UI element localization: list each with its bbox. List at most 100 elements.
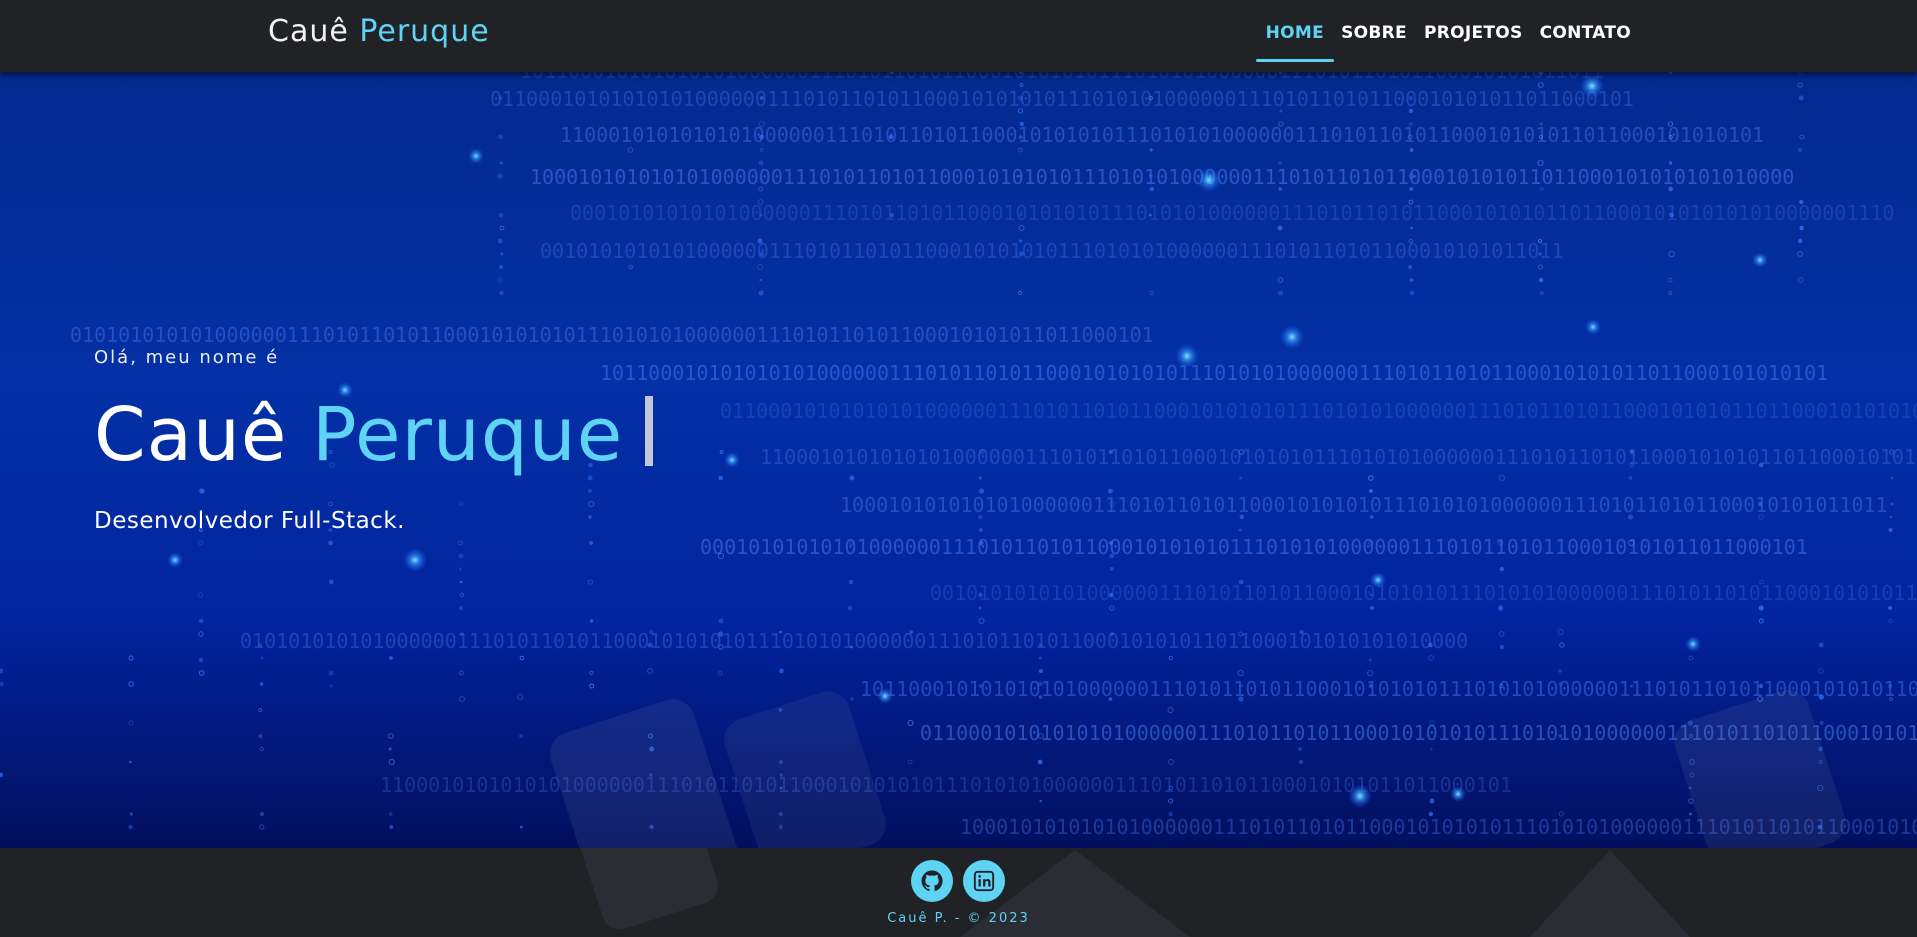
bg-dot [198,670,205,676]
bg-dot [628,264,633,270]
linkedin-link[interactable] [963,860,1005,902]
bg-dot [1279,109,1283,113]
brand-logo[interactable]: Cauê Peruque [268,14,490,49]
footer: Cauê P. - © 2023 [0,848,1917,937]
bg-dot [1798,95,1804,101]
bg-dot [328,579,334,585]
bg-glow [877,688,893,704]
bg-dot [1038,695,1043,699]
bg-dot [1630,450,1634,454]
bg-dot [1168,812,1173,816]
bg-dot [1109,553,1114,559]
brand-first-name: Cauê [268,14,349,49]
bg-dot [1758,605,1764,611]
bg-dot [1367,669,1374,677]
bg-dot [258,734,263,738]
bg-glow [1685,636,1701,652]
bg-dot [519,825,523,829]
bg-dot [498,277,503,283]
copyright: Cauê P. - © 2023 [887,911,1030,926]
bg-dot [1148,213,1152,217]
bg-dot [627,147,634,153]
bg-dot [1018,135,1023,139]
bg-dot [1409,148,1414,152]
bg-glow [1580,74,1604,98]
bg-dot [978,592,983,598]
bg-dot [1149,148,1153,152]
bg-dot [1109,567,1114,571]
hero-section: 1011000101010101010000001110101101011000… [0,72,1917,848]
nav-item-projetos[interactable]: PROJETOS [1424,0,1523,60]
bg-dot [1797,251,1803,257]
bg-dot [1498,631,1505,637]
bg-dot [519,734,524,738]
bg-dot [849,645,853,649]
bg-dot [1108,697,1113,701]
bg-dot [1368,475,1374,481]
bg-dot [718,618,724,624]
bg-dot [459,580,463,584]
nav-item-home[interactable]: HOME [1255,0,1335,62]
bg-dot [388,758,395,766]
bg-dot [1668,161,1673,165]
nav-item-contato[interactable]: CONTATO [1540,0,1631,60]
bg-dot [1539,187,1544,191]
bg-dot [458,567,462,571]
github-link[interactable] [911,860,953,902]
linkedin-icon [973,870,995,892]
bg-glow [1197,168,1221,192]
bg-dot [1017,147,1023,153]
bg-glow [403,548,427,572]
bg-dot [0,772,3,778]
bg-dot [979,540,984,546]
hero-last-name: Peruque [311,392,624,478]
bg-dot [1108,450,1113,454]
bg-dot [1819,721,1824,725]
binary-row: 1000101010101010000001110101101011000101… [530,165,1794,189]
bg-dot [128,824,133,830]
bg-dot [1668,291,1673,295]
bg-dot [198,657,204,663]
bg-dot [758,160,764,166]
bg-dot [1369,606,1374,610]
bg-dot [850,697,854,701]
bg-dot [460,632,464,636]
bg-dot [849,580,853,584]
bg-dot [978,606,982,610]
bg-dot [1368,684,1373,688]
binary-row: 0010101010101000000111010110101100010101… [930,581,1917,605]
bg-dot [327,501,333,507]
nav-item-sobre[interactable]: SOBRE [1341,0,1407,60]
bg-dot [1167,707,1174,713]
bg-dot [1889,515,1893,519]
bg-dot [258,708,263,712]
bg-dot [1108,488,1113,494]
bg-dot [1168,655,1174,661]
bg-dot [1237,669,1244,677]
bg-dot [498,212,503,218]
bg-dot [1668,250,1675,258]
bg-dot [128,655,134,661]
binary-row: 0110001010101010100000011101011010110001… [490,87,1634,111]
bg-dot [1539,290,1545,296]
bg-dot [1758,618,1764,624]
bg-dot [1409,187,1414,191]
bg-dot [1368,658,1372,662]
bg-dot [907,720,914,726]
bg-dot [458,696,465,702]
bg-dot [760,96,764,100]
binary-row: 1100010101010101000000111010110101100010… [760,445,1917,469]
bg-dot [1539,122,1543,126]
bg-dot [1239,476,1243,480]
bg-dot [1239,514,1245,520]
bg-dot [847,605,853,611]
bg-dot [1538,264,1543,270]
bg-glow [1280,325,1304,349]
bg-dot [1018,251,1024,257]
bg-dot [1149,290,1155,296]
bg-dot [1797,82,1803,88]
hero-subtitle: Desenvolvedor Full-Stack. [94,508,405,534]
bg-dot [1018,174,1022,178]
bg-dot [1019,213,1023,217]
hero-greeting: Olá, meu nome é [94,347,280,368]
